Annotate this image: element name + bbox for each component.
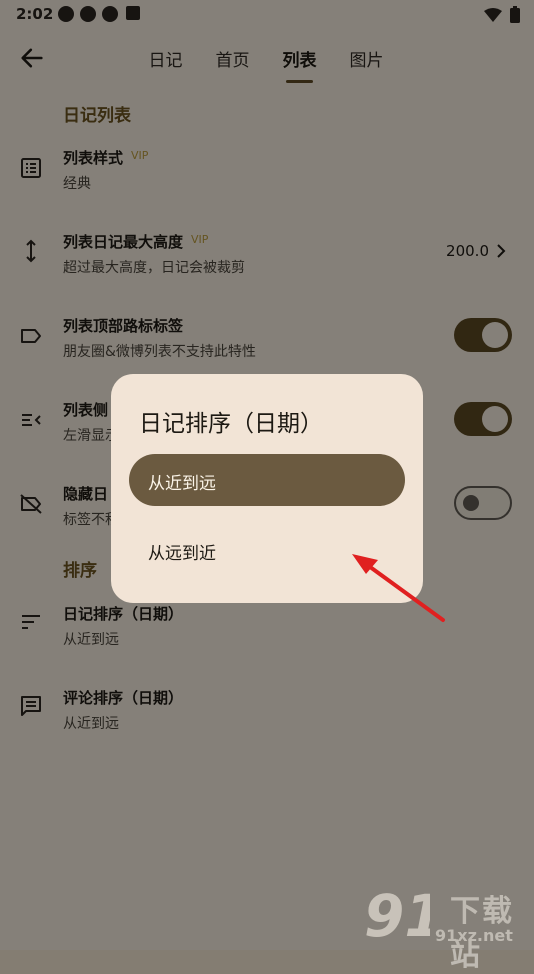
annotation-arrow-icon	[352, 554, 445, 622]
site-watermark: 91 下载站 91xz.net	[360, 880, 534, 973]
watermark-url: 91xz.net	[435, 926, 513, 945]
dialog-title: 日记排序（日期）	[139, 411, 323, 437]
watermark-logo-icon: 91	[364, 882, 430, 946]
svg-text:91: 91	[364, 882, 430, 946]
option-near-to-far[interactable]: 从近到远	[129, 454, 405, 506]
option-label: 从远到近	[148, 544, 216, 564]
option-label: 从近到远	[148, 474, 216, 494]
